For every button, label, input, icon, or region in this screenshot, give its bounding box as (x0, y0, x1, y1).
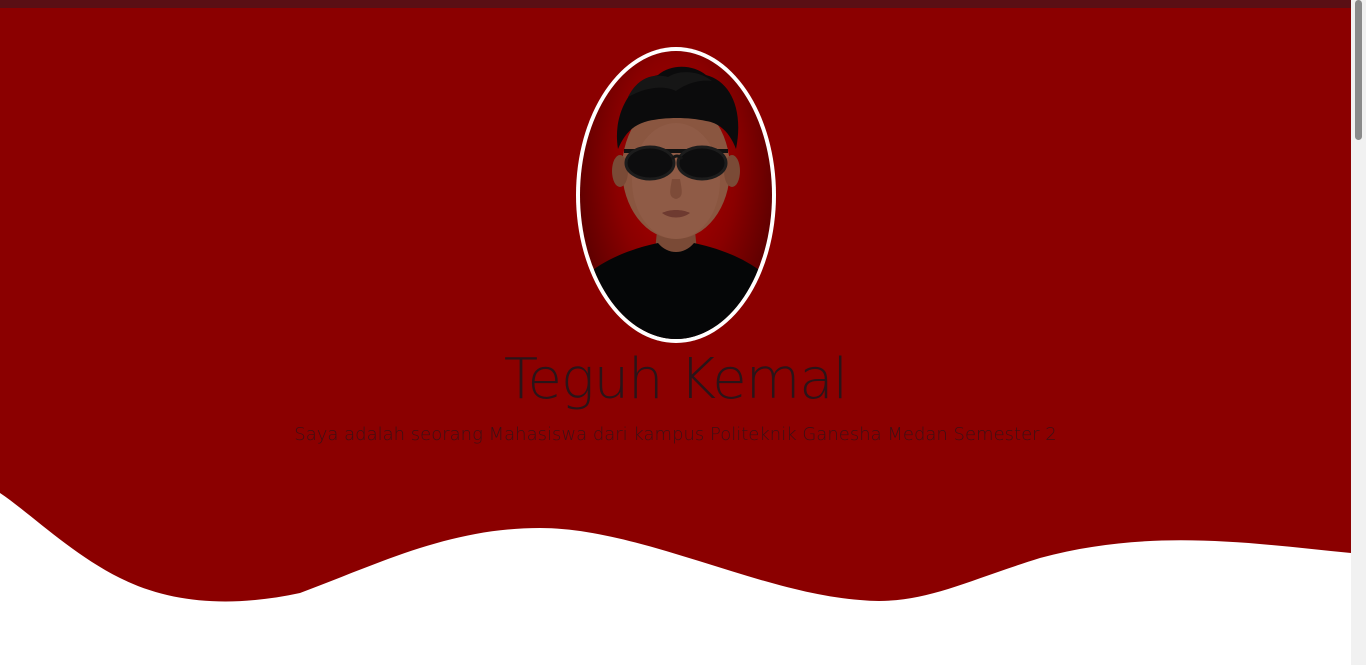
profile-bio: Saya adalah seorang Mahasiswa dari kampu… (294, 424, 1057, 445)
page: Teguh Kemal Saya adalah seorang Mahasisw… (0, 0, 1351, 665)
browser-viewport: Teguh Kemal Saya adalah seorang Mahasisw… (0, 0, 1366, 665)
profile-avatar (580, 51, 772, 339)
profile-photo (580, 66, 772, 339)
profile-name: Teguh Kemal (503, 347, 848, 412)
vertical-scrollbar[interactable] (1351, 0, 1366, 665)
top-navbar (0, 0, 1351, 8)
profile-avatar-frame (576, 47, 776, 343)
scrollbar-thumb[interactable] (1355, 0, 1362, 140)
